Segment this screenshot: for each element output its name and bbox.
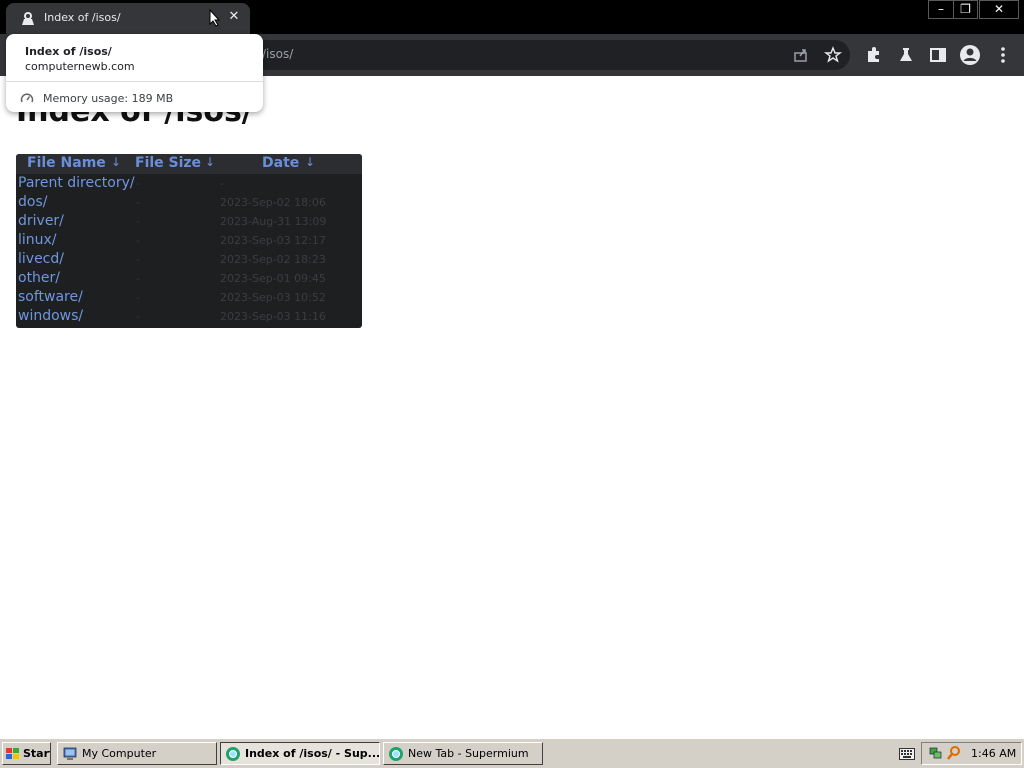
table-row: livecd/ - 2023-Sep-02 18:23	[16, 250, 362, 269]
row-link[interactable]: driver/	[18, 213, 64, 229]
labs-flask-icon[interactable]	[896, 45, 916, 65]
tab-close-icon[interactable]: ✕	[226, 8, 242, 26]
row-date: 2023-Sep-03 12:17	[220, 234, 326, 247]
supermium-browser-icon	[389, 747, 403, 761]
row-size: -	[136, 291, 140, 304]
window-minimize-button[interactable]: –	[928, 0, 954, 19]
system-tray: 1:46 AM	[921, 742, 1022, 765]
row-date: 2023-Sep-01 09:45	[220, 272, 326, 285]
taskbar-button-label: New Tab - Supermium	[408, 747, 529, 760]
row-size: -	[136, 196, 140, 209]
windows-taskbar: Start My Computer Index of /isos/ - Sup.…	[0, 738, 1024, 768]
row-link[interactable]: software/	[18, 289, 83, 305]
table-row: windows/ - 2023-Sep-03 11:16	[16, 307, 362, 326]
memory-gauge-icon	[20, 93, 34, 103]
address-bar[interactable]: /isos/	[252, 40, 850, 70]
row-link[interactable]: windows/	[18, 308, 83, 324]
site-favicon-icon	[22, 12, 34, 25]
row-date: 2023-Aug-31 13:09	[220, 215, 327, 228]
bookmark-star-icon[interactable]	[823, 45, 843, 65]
row-size: -	[136, 253, 140, 266]
search-magnifier-icon[interactable]	[946, 745, 962, 761]
sort-arrow-icon[interactable]: ↓	[205, 155, 215, 169]
row-size: -	[136, 234, 140, 247]
tab-title: Index of /isos/	[44, 11, 121, 24]
start-label: Start	[23, 747, 50, 760]
hover-card-domain: computernewb.com	[25, 60, 135, 73]
window-restore-button[interactable]: ❐	[953, 0, 978, 19]
my-computer-icon	[63, 747, 77, 760]
side-panel-icon[interactable]	[928, 45, 948, 65]
sort-arrow-icon[interactable]: ↓	[305, 155, 315, 169]
table-row: dos/ - 2023-Sep-02 18:06	[16, 193, 362, 212]
taskbar-button-new-tab[interactable]: New Tab - Supermium	[383, 742, 543, 765]
supermium-browser-icon	[226, 747, 240, 761]
table-row: other/ - 2023-Sep-01 09:45	[16, 269, 362, 288]
tab-hover-card: Index of /isos/ computernewb.com Memory …	[6, 34, 263, 112]
row-size: -	[136, 272, 140, 285]
hover-card-memory-usage: Memory usage: 189 MB	[43, 92, 174, 105]
mouse-cursor-icon	[209, 9, 221, 27]
windows-logo-icon	[6, 748, 19, 759]
row-link[interactable]: dos/	[18, 194, 47, 210]
row-size: -	[136, 310, 140, 323]
taskbar-button-label: My Computer	[82, 747, 157, 760]
taskbar-button-index-of-isos[interactable]: Index of /isos/ - Sup...	[220, 742, 380, 765]
table-header: File Name ↓ File Size ↓ Date ↓	[16, 154, 362, 174]
browser-menu-icon[interactable]	[993, 45, 1013, 65]
row-date: 2023-Sep-02 18:06	[220, 196, 326, 209]
row-date: 2023-Sep-02 18:23	[220, 253, 326, 266]
row-date: 2023-Sep-03 11:16	[220, 310, 326, 323]
hover-card-divider	[6, 81, 263, 82]
share-icon[interactable]	[791, 45, 811, 65]
table-row: software/ - 2023-Sep-03 10:52	[16, 288, 362, 307]
keyboard-icon[interactable]	[899, 748, 915, 760]
profile-avatar-icon[interactable]	[959, 44, 981, 66]
network-icon[interactable]	[928, 745, 944, 761]
clock[interactable]: 1:46 AM	[971, 747, 1016, 760]
address-text[interactable]: /isos/	[262, 47, 293, 61]
extensions-icon[interactable]	[864, 45, 884, 65]
sort-arrow-icon[interactable]: ↓	[111, 155, 121, 169]
row-size: -	[136, 177, 140, 190]
taskbar-button-my-computer[interactable]: My Computer	[57, 742, 217, 765]
row-link[interactable]: Parent directory/	[18, 175, 135, 191]
directory-listing-table: File Name ↓ File Size ↓ Date ↓ Parent di…	[16, 154, 362, 328]
window-close-button[interactable]: ✕	[979, 0, 1019, 19]
column-header-file-size[interactable]: File Size	[135, 155, 201, 171]
hover-card-title: Index of /isos/	[25, 45, 112, 58]
row-link[interactable]: other/	[18, 270, 60, 286]
start-button[interactable]: Start	[2, 742, 51, 765]
row-link[interactable]: livecd/	[18, 251, 64, 267]
taskbar-button-label: Index of /isos/ - Sup...	[245, 747, 380, 760]
table-row: Parent directory/ - -	[16, 174, 362, 193]
row-date: 2023-Sep-03 10:52	[220, 291, 326, 304]
row-link[interactable]: linux/	[18, 232, 57, 248]
table-row: driver/ - 2023-Aug-31 13:09	[16, 212, 362, 231]
row-date: -	[220, 177, 224, 190]
table-row: linux/ - 2023-Sep-03 12:17	[16, 231, 362, 250]
column-header-file-name[interactable]: File Name	[27, 155, 106, 171]
column-header-date[interactable]: Date	[262, 155, 299, 171]
browser-titlebar: Index of /isos/ ✕ – ❐ ✕	[0, 0, 1024, 34]
row-size: -	[136, 215, 140, 228]
